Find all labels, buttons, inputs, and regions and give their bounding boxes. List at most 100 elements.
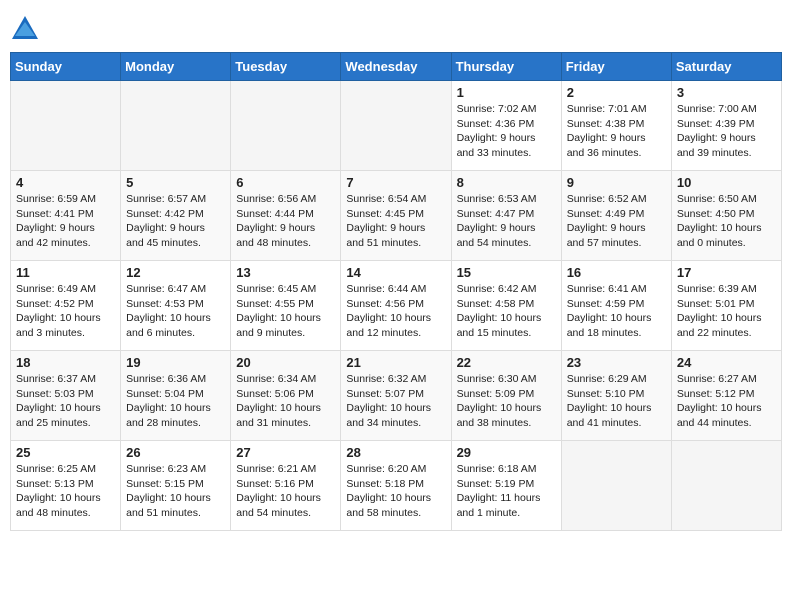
calendar-cell bbox=[121, 81, 231, 171]
day-number: 22 bbox=[457, 355, 556, 370]
calendar-cell: 10Sunrise: 6:50 AM Sunset: 4:50 PM Dayli… bbox=[671, 171, 781, 261]
calendar-cell bbox=[231, 81, 341, 171]
day-number: 23 bbox=[567, 355, 666, 370]
calendar-cell: 27 Sunrise: 6:21 AM Sunset: 5:16 PM Dayli… bbox=[231, 441, 341, 531]
day-info: Sunrise: 6:49 AM Sunset: 4:52 PM Dayligh… bbox=[16, 282, 115, 341]
calendar-cell: 21 Sunrise: 6:32 AM Sunset: 5:07 PM Dayli… bbox=[341, 351, 451, 441]
day-info: Sunrise: 6:20 AM Sunset: 5:18 PM Dayligh… bbox=[346, 462, 445, 521]
calendar-cell bbox=[671, 441, 781, 531]
day-number: 14 bbox=[346, 265, 445, 280]
day-info: Sunrise: 6:41 AM Sunset: 4:59 PM Dayligh… bbox=[567, 282, 666, 341]
calendar-cell bbox=[561, 441, 671, 531]
calendar-cell bbox=[11, 81, 121, 171]
day-number: 7 bbox=[346, 175, 445, 190]
day-info: Sunrise: 6:53 AM Sunset: 4:47 PM Dayligh… bbox=[457, 192, 556, 251]
calendar-cell: 6 Sunrise: 6:56 AM Sunset: 4:44 PM Daylig… bbox=[231, 171, 341, 261]
calendar-cell: 24Sunrise: 6:27 AM Sunset: 5:12 PM Dayli… bbox=[671, 351, 781, 441]
calendar-cell: 11 Sunrise: 6:49 AM Sunset: 4:52 PM Dayli… bbox=[11, 261, 121, 351]
day-number: 20 bbox=[236, 355, 335, 370]
day-number: 21 bbox=[346, 355, 445, 370]
calendar-cell: 12 Sunrise: 6:47 AM Sunset: 4:53 PM Dayli… bbox=[121, 261, 231, 351]
day-info: Sunrise: 7:02 AM Sunset: 4:36 PM Dayligh… bbox=[457, 102, 556, 161]
day-number: 2 bbox=[567, 85, 666, 100]
day-number: 29 bbox=[457, 445, 556, 460]
day-number: 25 bbox=[16, 445, 115, 460]
day-number: 18 bbox=[16, 355, 115, 370]
day-number: 17 bbox=[677, 265, 776, 280]
calendar-cell: 4 Sunrise: 6:59 AM Sunset: 4:41 PM Daylig… bbox=[11, 171, 121, 261]
header-friday: Friday bbox=[561, 53, 671, 81]
day-info: Sunrise: 7:00 AM Sunset: 4:39 PM Dayligh… bbox=[677, 102, 776, 161]
day-info: Sunrise: 6:34 AM Sunset: 5:06 PM Dayligh… bbox=[236, 372, 335, 431]
day-number: 4 bbox=[16, 175, 115, 190]
day-info: Sunrise: 7:01 AM Sunset: 4:38 PM Dayligh… bbox=[567, 102, 666, 161]
day-info: Sunrise: 6:25 AM Sunset: 5:13 PM Dayligh… bbox=[16, 462, 115, 521]
day-info: Sunrise: 6:23 AM Sunset: 5:15 PM Dayligh… bbox=[126, 462, 225, 521]
day-number: 28 bbox=[346, 445, 445, 460]
calendar-cell: 5 Sunrise: 6:57 AM Sunset: 4:42 PM Daylig… bbox=[121, 171, 231, 261]
day-number: 11 bbox=[16, 265, 115, 280]
day-number: 1 bbox=[457, 85, 556, 100]
day-info: Sunrise: 6:52 AM Sunset: 4:49 PM Dayligh… bbox=[567, 192, 666, 251]
day-info: Sunrise: 6:50 AM Sunset: 4:50 PM Dayligh… bbox=[677, 192, 776, 251]
calendar-cell: 1 Sunrise: 7:02 AM Sunset: 4:36 PM Daylig… bbox=[451, 81, 561, 171]
day-info: Sunrise: 6:29 AM Sunset: 5:10 PM Dayligh… bbox=[567, 372, 666, 431]
calendar-cell: 3 Sunrise: 7:00 AM Sunset: 4:39 PM Daylig… bbox=[671, 81, 781, 171]
calendar-cell: 13 Sunrise: 6:45 AM Sunset: 4:55 PM Dayli… bbox=[231, 261, 341, 351]
header-thursday: Thursday bbox=[451, 53, 561, 81]
day-info: Sunrise: 6:21 AM Sunset: 5:16 PM Dayligh… bbox=[236, 462, 335, 521]
day-info: Sunrise: 6:37 AM Sunset: 5:03 PM Dayligh… bbox=[16, 372, 115, 431]
day-info: Sunrise: 6:59 AM Sunset: 4:41 PM Dayligh… bbox=[16, 192, 115, 251]
header-saturday: Saturday bbox=[671, 53, 781, 81]
header-monday: Monday bbox=[121, 53, 231, 81]
day-number: 27 bbox=[236, 445, 335, 460]
calendar-week-row: 11 Sunrise: 6:49 AM Sunset: 4:52 PM Dayli… bbox=[11, 261, 782, 351]
day-info: Sunrise: 6:32 AM Sunset: 5:07 PM Dayligh… bbox=[346, 372, 445, 431]
day-number: 8 bbox=[457, 175, 556, 190]
day-number: 26 bbox=[126, 445, 225, 460]
day-info: Sunrise: 6:36 AM Sunset: 5:04 PM Dayligh… bbox=[126, 372, 225, 431]
calendar-cell: 2 Sunrise: 7:01 AM Sunset: 4:38 PM Daylig… bbox=[561, 81, 671, 171]
calendar-cell: 14 Sunrise: 6:44 AM Sunset: 4:56 PM Dayli… bbox=[341, 261, 451, 351]
calendar-cell: 8 Sunrise: 6:53 AM Sunset: 4:47 PM Daylig… bbox=[451, 171, 561, 261]
calendar-cell: 26 Sunrise: 6:23 AM Sunset: 5:15 PM Dayli… bbox=[121, 441, 231, 531]
day-number: 19 bbox=[126, 355, 225, 370]
calendar-week-row: 1 Sunrise: 7:02 AM Sunset: 4:36 PM Daylig… bbox=[11, 81, 782, 171]
calendar-cell: 25 Sunrise: 6:25 AM Sunset: 5:13 PM Dayli… bbox=[11, 441, 121, 531]
day-info: Sunrise: 6:56 AM Sunset: 4:44 PM Dayligh… bbox=[236, 192, 335, 251]
calendar-cell: 22Sunrise: 6:30 AM Sunset: 5:09 PM Dayli… bbox=[451, 351, 561, 441]
page-header bbox=[10, 10, 782, 44]
header-sunday: Sunday bbox=[11, 53, 121, 81]
day-info: Sunrise: 6:27 AM Sunset: 5:12 PM Dayligh… bbox=[677, 372, 776, 431]
calendar-cell: 18 Sunrise: 6:37 AM Sunset: 5:03 PM Dayli… bbox=[11, 351, 121, 441]
day-number: 15 bbox=[457, 265, 556, 280]
calendar-cell: 20 Sunrise: 6:34 AM Sunset: 5:06 PM Dayli… bbox=[231, 351, 341, 441]
calendar-cell: 28 Sunrise: 6:20 AM Sunset: 5:18 PM Dayli… bbox=[341, 441, 451, 531]
logo bbox=[10, 14, 44, 44]
day-number: 9 bbox=[567, 175, 666, 190]
calendar-cell: 29 Sunrise: 6:18 AM Sunset: 5:19 PM Dayli… bbox=[451, 441, 561, 531]
day-number: 6 bbox=[236, 175, 335, 190]
day-number: 3 bbox=[677, 85, 776, 100]
calendar-table: SundayMondayTuesdayWednesdayThursdayFrid… bbox=[10, 52, 782, 531]
day-number: 5 bbox=[126, 175, 225, 190]
day-number: 13 bbox=[236, 265, 335, 280]
calendar-cell: 7 Sunrise: 6:54 AM Sunset: 4:45 PM Daylig… bbox=[341, 171, 451, 261]
calendar-cell: 19 Sunrise: 6:36 AM Sunset: 5:04 PM Dayli… bbox=[121, 351, 231, 441]
day-info: Sunrise: 6:18 AM Sunset: 5:19 PM Dayligh… bbox=[457, 462, 556, 521]
day-number: 12 bbox=[126, 265, 225, 280]
day-info: Sunrise: 6:44 AM Sunset: 4:56 PM Dayligh… bbox=[346, 282, 445, 341]
day-info: Sunrise: 6:45 AM Sunset: 4:55 PM Dayligh… bbox=[236, 282, 335, 341]
calendar-cell: 23 Sunrise: 6:29 AM Sunset: 5:10 PM Dayli… bbox=[561, 351, 671, 441]
calendar-week-row: 25 Sunrise: 6:25 AM Sunset: 5:13 PM Dayli… bbox=[11, 441, 782, 531]
calendar-cell: 16 Sunrise: 6:41 AM Sunset: 4:59 PM Dayli… bbox=[561, 261, 671, 351]
header-tuesday: Tuesday bbox=[231, 53, 341, 81]
day-info: Sunrise: 6:39 AM Sunset: 5:01 PM Dayligh… bbox=[677, 282, 776, 341]
day-number: 16 bbox=[567, 265, 666, 280]
calendar-cell: 17 Sunrise: 6:39 AM Sunset: 5:01 PM Dayli… bbox=[671, 261, 781, 351]
day-info: Sunrise: 6:47 AM Sunset: 4:53 PM Dayligh… bbox=[126, 282, 225, 341]
day-info: Sunrise: 6:54 AM Sunset: 4:45 PM Dayligh… bbox=[346, 192, 445, 251]
calendar-week-row: 18 Sunrise: 6:37 AM Sunset: 5:03 PM Dayli… bbox=[11, 351, 782, 441]
day-info: Sunrise: 6:57 AM Sunset: 4:42 PM Dayligh… bbox=[126, 192, 225, 251]
logo-icon bbox=[10, 14, 40, 44]
